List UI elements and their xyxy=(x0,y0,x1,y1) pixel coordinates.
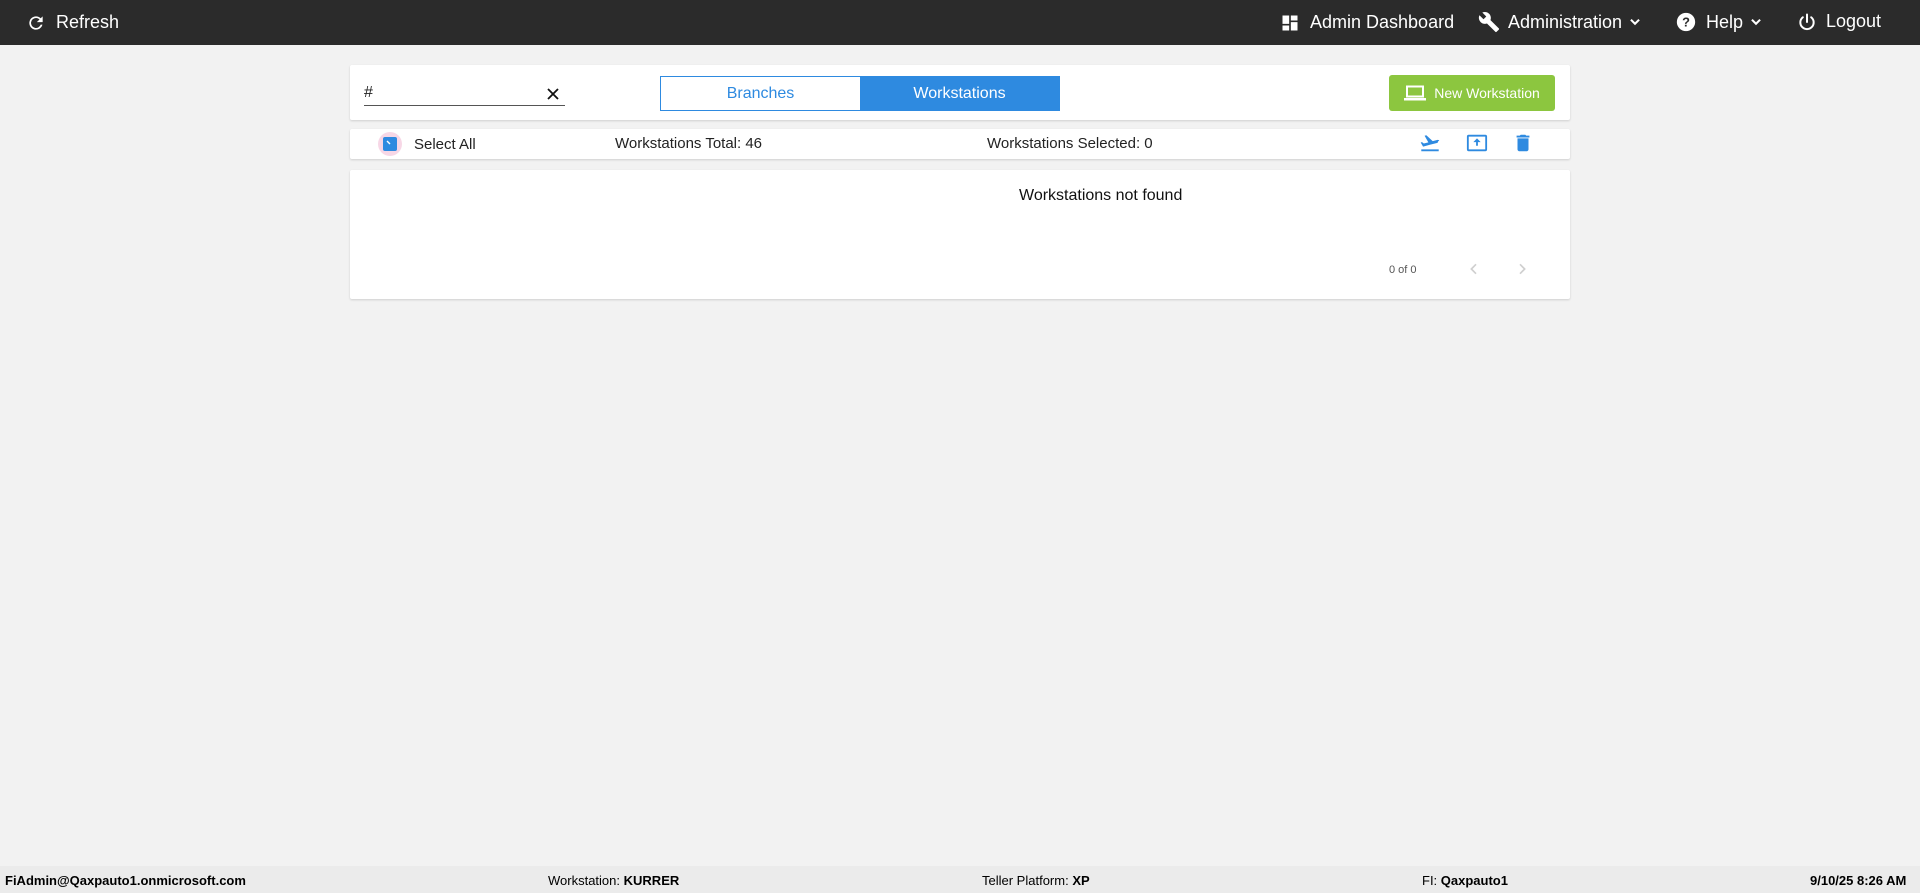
new-workstation-label: New Workstation xyxy=(1434,85,1540,101)
search-input[interactable] xyxy=(364,82,539,104)
trash-icon[interactable] xyxy=(1512,132,1534,159)
help-label: Help xyxy=(1706,11,1744,32)
clear-icon[interactable] xyxy=(547,87,559,105)
svg-text:?: ? xyxy=(1682,15,1690,30)
workstations-selected: Workstations Selected: 0 xyxy=(987,135,1153,152)
workstation-list: Workstations not found 0 of 0 xyxy=(350,170,1570,299)
refresh-label: Refresh xyxy=(56,12,120,32)
current-user: FiAdmin@Qaxpauto1.onmicrosoft.com xyxy=(5,873,246,888)
select-all-label: Select All xyxy=(414,136,476,153)
fi-value: Qaxpauto1 xyxy=(1440,873,1508,888)
refresh-button[interactable]: Refresh xyxy=(26,12,119,33)
logout-button[interactable]: Logout xyxy=(1797,11,1881,32)
checkbox-box xyxy=(383,137,397,151)
wrench-icon xyxy=(1478,12,1500,33)
teller-platform-label: Teller Platform: xyxy=(982,873,1069,888)
filter-toolbar: Branches Workstations New Workstation xyxy=(350,65,1570,120)
select-all-checkbox[interactable] xyxy=(378,132,402,156)
empty-state-message: Workstations not found xyxy=(1019,187,1183,204)
chevron-left-icon[interactable] xyxy=(1466,260,1482,283)
chevron-down-icon xyxy=(1630,18,1640,26)
power-icon xyxy=(1799,13,1815,30)
teller-platform-info: Teller Platform: XP xyxy=(982,873,1090,888)
admin-dashboard-label: Admin Dashboard xyxy=(1310,12,1455,32)
tab-workstations[interactable]: Workstations xyxy=(860,77,1059,110)
top-navigation-bar: Refresh Admin Dashboard Administration ?… xyxy=(0,0,1920,45)
workstation-info-label: Workstation: xyxy=(548,873,621,888)
laptop-icon xyxy=(1404,85,1427,101)
administration-menu[interactable]: Administration xyxy=(1478,11,1642,33)
selection-bar: Select All Workstations Total: 46 Workst… xyxy=(350,129,1570,159)
pagination-info: 0 of 0 xyxy=(1389,264,1417,276)
upload-icon[interactable] xyxy=(1465,132,1489,159)
workstation-info-value: KURRER xyxy=(623,873,680,888)
check-icon xyxy=(386,140,391,145)
admin-dashboard-link[interactable]: Admin Dashboard xyxy=(1280,12,1454,33)
teller-platform-value: XP xyxy=(1072,873,1090,888)
status-bar: FiAdmin@Qaxpauto1.onmicrosoft.com Workst… xyxy=(0,866,1920,893)
chevron-right-icon[interactable] xyxy=(1514,260,1530,283)
help-menu[interactable]: ? Help xyxy=(1675,11,1763,33)
fi-info: FI: Qaxpauto1 xyxy=(1422,873,1508,888)
logout-label: Logout xyxy=(1826,11,1882,31)
fi-label: FI: xyxy=(1422,873,1438,888)
help-icon: ? xyxy=(1676,12,1696,32)
tab-branches[interactable]: Branches xyxy=(661,77,860,110)
new-workstation-button[interactable]: New Workstation xyxy=(1389,75,1555,111)
workstations-total: Workstations Total: 46 xyxy=(615,135,763,152)
view-toggle: Branches Workstations xyxy=(660,76,1060,111)
depart-icon[interactable] xyxy=(1418,132,1442,159)
refresh-icon xyxy=(29,15,43,30)
chevron-down-icon xyxy=(1751,18,1761,26)
workstation-info: Workstation: KURRER xyxy=(548,873,679,888)
search-field xyxy=(364,82,565,106)
timestamp: 9/10/25 8:26 AM xyxy=(1810,873,1907,888)
dashboard-icon xyxy=(1282,15,1298,30)
administration-label: Administration xyxy=(1508,11,1623,32)
